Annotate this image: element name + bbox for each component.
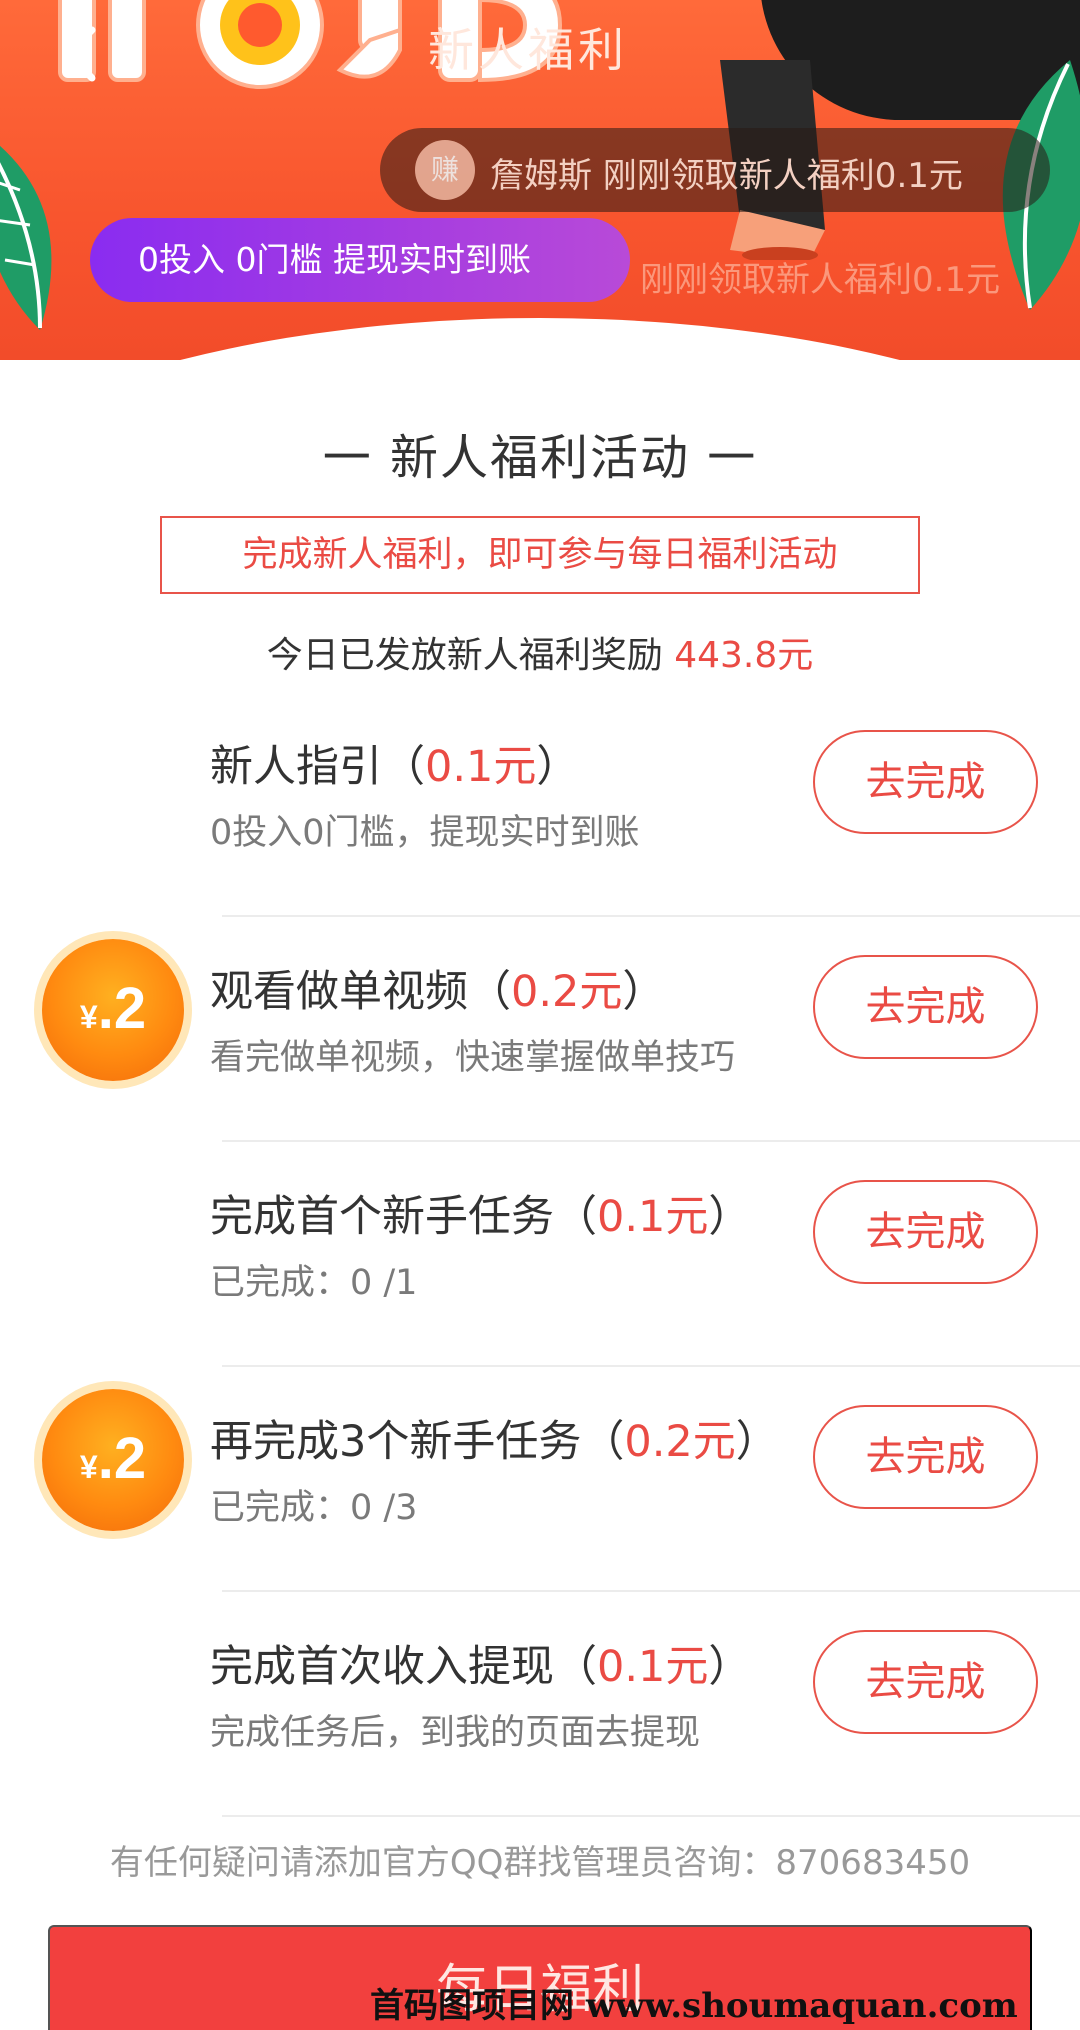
page-title: 新人福利 bbox=[428, 23, 628, 77]
task-title: 新人指引（0.1元） bbox=[210, 742, 580, 792]
ticker-avatar: 赚 bbox=[415, 140, 475, 200]
task-row-three-tasks: ¥.2 再完成3个新手任务（0.2元） 已完成：0 /3 去完成 bbox=[0, 1367, 1080, 1592]
task-subtitle: 0投入0门槛，提现实时到账 bbox=[210, 813, 640, 853]
leaf-decoration-left bbox=[0, 145, 52, 330]
task-progress: 已完成：0 /1 bbox=[210, 1263, 418, 1303]
promo-badge: 0投入 0门槛 提现实时到账 bbox=[90, 218, 630, 302]
task-title: 观看做单视频（0.2元） bbox=[210, 967, 666, 1017]
task-row-withdraw: 完成首次收入提现（0.1元） 完成任务后，到我的页面去提现 去完成 bbox=[0, 1592, 1080, 1817]
coin-reward-icon: ¥.2 bbox=[42, 1389, 184, 1531]
go-complete-button[interactable]: 去完成 bbox=[813, 1180, 1038, 1284]
back-arrow-icon[interactable] bbox=[52, 18, 112, 88]
go-complete-button[interactable]: 去完成 bbox=[813, 955, 1038, 1059]
coin-reward-icon: ¥.2 bbox=[42, 939, 184, 1081]
task-progress: 已完成：0 /3 bbox=[210, 1488, 418, 1528]
task-subtitle: 看完做单视频，快速掌握做单技巧 bbox=[210, 1038, 736, 1078]
task-row-guide: 新人指引（0.1元） 0投入0门槛，提现实时到账 去完成 bbox=[0, 692, 1080, 917]
task-title: 完成首次收入提现（0.1元） bbox=[210, 1642, 752, 1692]
ticker-next-text: 刚刚领取新人福利0.1元 bbox=[640, 260, 1001, 300]
task-subtitle: 完成任务后，到我的页面去提现 bbox=[210, 1713, 701, 1753]
task-row-video: ¥.2 观看做单视频（0.2元） 看完做单视频，快速掌握做单技巧 去完成 bbox=[0, 917, 1080, 1142]
row-divider bbox=[222, 1815, 1080, 1817]
issued-rewards: 今日已发放新人福利奖励 443.8元 bbox=[0, 626, 1080, 678]
task-title: 再完成3个新手任务（0.2元） bbox=[210, 1417, 779, 1467]
notice-box: 完成新人福利，即可参与每日福利活动 bbox=[160, 516, 920, 594]
go-complete-button[interactable]: 去完成 bbox=[813, 1630, 1038, 1734]
go-complete-button[interactable]: 去完成 bbox=[813, 730, 1038, 834]
section-title: 一 新人福利活动 一 bbox=[322, 430, 758, 486]
issued-label: 今日已发放新人福利奖励 bbox=[266, 635, 675, 676]
help-contact-text: 有任何疑问请添加官方QQ群找管理员咨询：870683450 bbox=[109, 1843, 971, 1883]
watermark-text: 首码图项目网 www.shoumaquan.com bbox=[370, 1986, 1018, 2026]
task-title: 完成首个新手任务（0.1元） bbox=[210, 1192, 752, 1242]
issued-amount: 443.8元 bbox=[674, 635, 814, 676]
go-complete-button[interactable]: 去完成 bbox=[813, 1405, 1038, 1509]
task-row-first-task: 完成首个新手任务（0.1元） 已完成：0 /1 去完成 bbox=[0, 1142, 1080, 1367]
ticker-text: 詹姆斯 刚刚领取新人福利0.1元 bbox=[490, 156, 963, 196]
banner-curve bbox=[0, 318, 1080, 360]
